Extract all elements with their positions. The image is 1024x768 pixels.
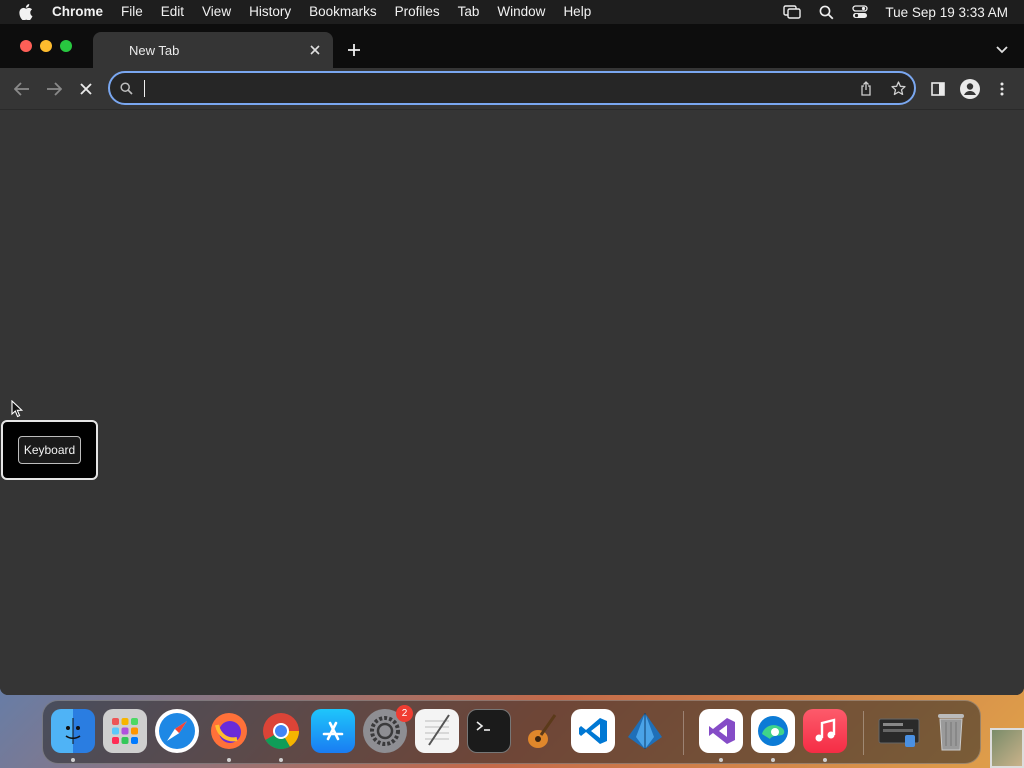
control-center-icon[interactable] [843,0,877,24]
menu-edit[interactable]: Edit [152,0,193,24]
forward-button[interactable] [40,75,68,103]
window-controls [20,40,72,52]
dock-separator [863,711,864,755]
firefox-icon[interactable] [207,709,251,753]
page-content [0,110,1024,695]
address-input[interactable] [145,80,850,96]
share-icon[interactable] [850,73,882,103]
tab-new-tab[interactable]: New Tab [93,32,333,68]
back-button[interactable] [8,75,36,103]
stop-loading-button[interactable] [72,75,100,103]
maximize-window-button[interactable] [60,40,72,52]
menu-history[interactable]: History [240,0,300,24]
menu-window[interactable]: Window [488,0,554,24]
screenshot-thumbnail[interactable] [990,728,1024,768]
visualstudio-icon[interactable] [699,709,743,753]
chevron-down-icon [996,46,1008,54]
chrome-menu-button[interactable] [988,75,1016,103]
profile-button[interactable] [956,75,984,103]
menu-help[interactable]: Help [554,0,600,24]
back-arrow-icon [14,82,29,96]
menu-view[interactable]: View [193,0,240,24]
menu-bar: Chrome File Edit View History Bookmarks … [0,0,1024,24]
menu-profiles[interactable]: Profiles [386,0,449,24]
minimize-window-button[interactable] [40,40,52,52]
dock-separator [683,711,684,755]
visualstudio-running-indicator [719,758,723,762]
appstore-icon[interactable] [311,709,355,753]
new-tab-button[interactable] [342,38,366,62]
chrome-window: New Tab [0,24,1024,695]
spotlight-search-icon[interactable] [809,0,843,24]
garageband-icon[interactable] [519,709,563,753]
keyboard-popover: Keyboard [1,420,98,480]
bookmark-star-icon[interactable] [882,73,914,103]
mountain-icon[interactable] [623,709,667,753]
music-icon[interactable] [803,709,847,753]
edge-running-indicator [771,758,775,762]
settings-icon[interactable]: 2 [363,705,413,753]
finder-running-indicator [71,758,75,762]
vscode-icon[interactable] [571,709,615,753]
kebab-menu-icon [1000,82,1004,96]
screen-mirroring-icon[interactable] [775,0,809,24]
menu-bookmarks[interactable]: Bookmarks [300,0,386,24]
downloads-icon[interactable] [877,709,921,753]
side-panel-button[interactable] [924,75,952,103]
terminal-icon[interactable] [467,709,511,753]
finder-icon[interactable] [51,709,95,753]
close-window-button[interactable] [20,40,32,52]
forward-arrow-icon [47,82,62,96]
avatar-icon [960,79,980,99]
tab-search-button[interactable] [990,38,1014,62]
menu-file[interactable]: File [112,0,152,24]
apple-menu-icon[interactable] [0,0,52,24]
dock: 2 [42,700,981,764]
textedit-icon[interactable] [415,709,459,753]
menu-clock[interactable]: Tue Sep 19 3:33 AM [877,5,1024,20]
search-icon [110,81,142,95]
chrome-icon[interactable] [259,709,303,753]
close-tab-icon[interactable] [303,38,327,62]
plus-icon [348,44,360,56]
browser-toolbar [0,68,1024,110]
safari-icon[interactable] [155,709,199,753]
edge-icon[interactable] [751,709,795,753]
launchpad-icon[interactable] [103,709,147,753]
menu-app-name[interactable]: Chrome [52,0,112,24]
chrome-running-indicator [279,758,283,762]
tab-title: New Tab [129,42,180,58]
mouse-pointer-icon [11,399,24,423]
music-running-indicator [823,758,827,762]
tab-strip: New Tab [0,24,1024,68]
stop-icon [80,83,92,95]
firefox-running-indicator [227,758,231,762]
menu-tab[interactable]: Tab [449,0,489,24]
side-panel-icon [931,82,945,96]
address-bar[interactable] [108,71,916,105]
settings-badge: 2 [396,705,413,722]
trash-icon[interactable] [929,709,973,753]
keyboard-button[interactable]: Keyboard [17,436,82,464]
